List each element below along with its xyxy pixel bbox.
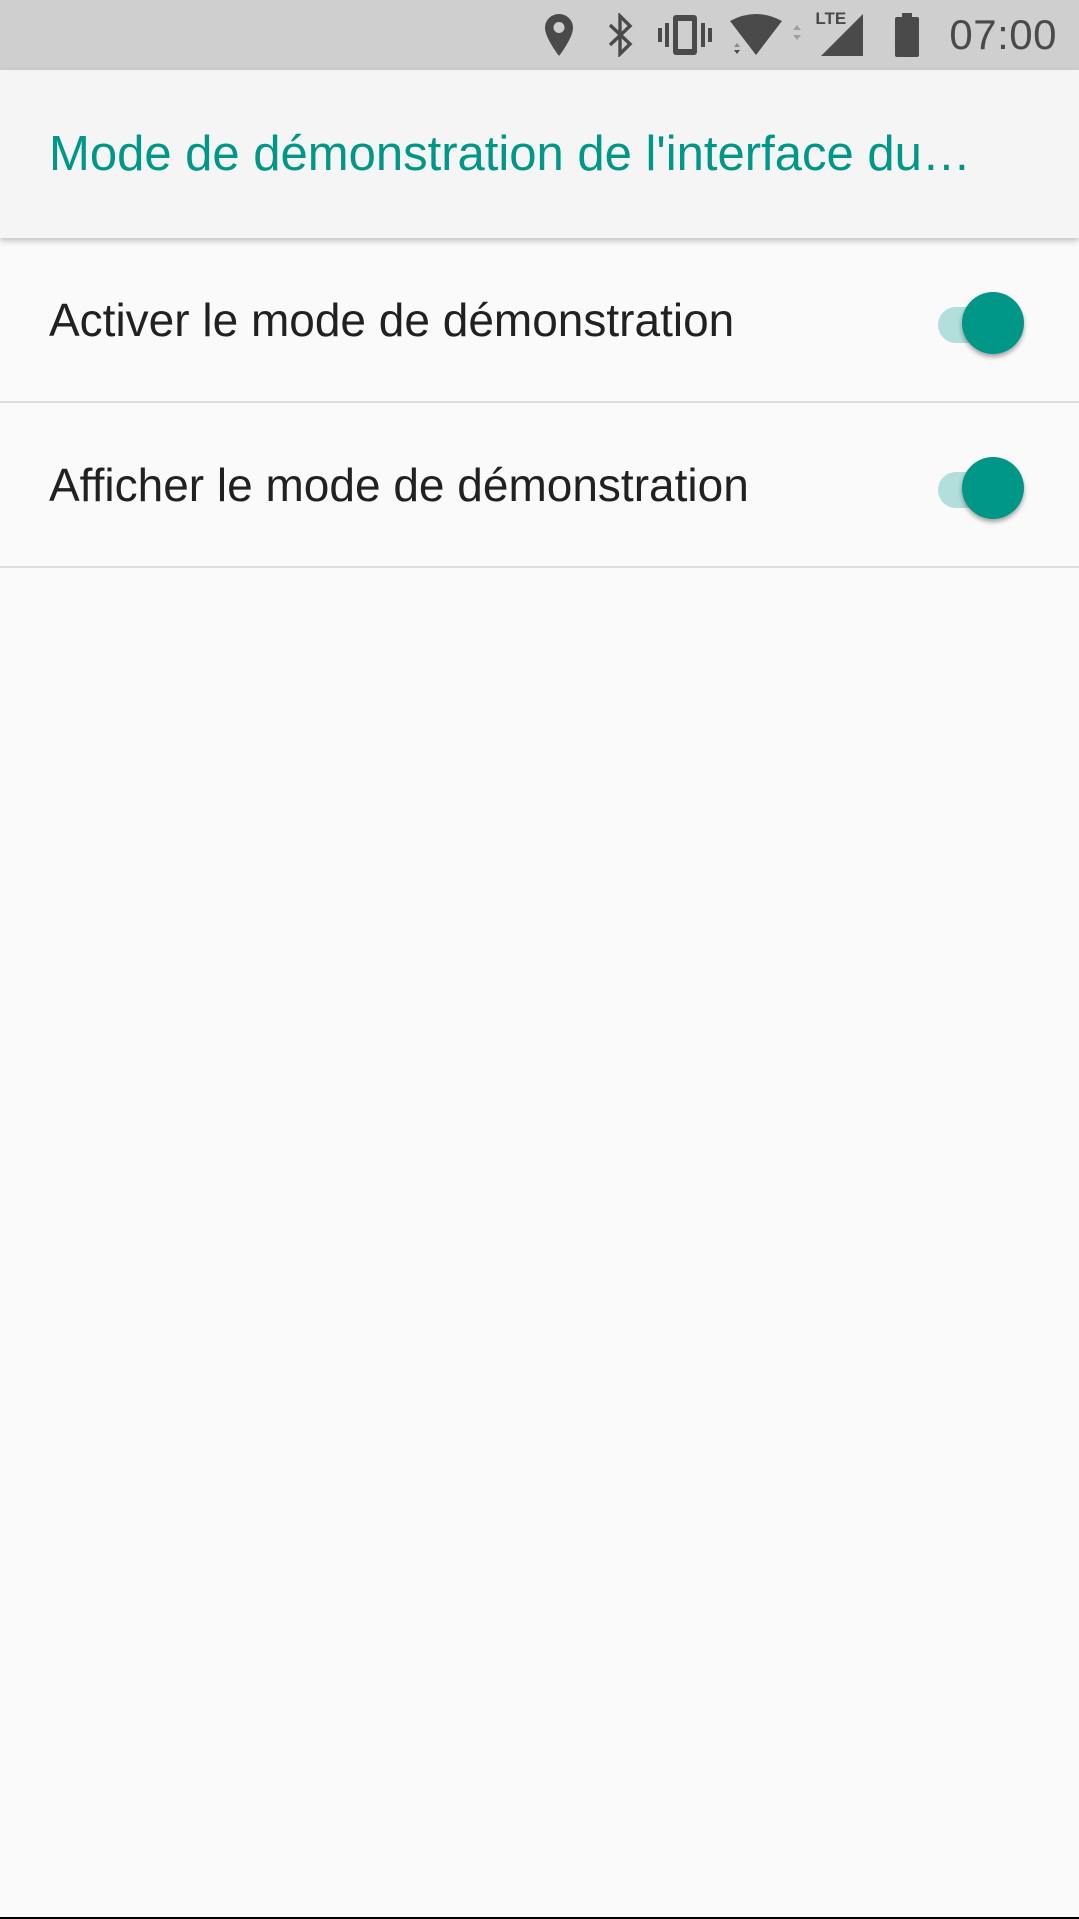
enable-demo-mode-switch[interactable] [922, 288, 1024, 354]
show-demo-mode-switch[interactable] [922, 453, 1024, 519]
setting-label: Activer le mode de démonstration [49, 293, 735, 346]
bluetooth-icon [595, 0, 645, 70]
status-time: 07:00 [949, 11, 1057, 58]
vibrate-icon [655, 0, 715, 70]
settings-list: Activer le mode de démonstration Affiche… [0, 238, 1079, 568]
location-icon [537, 0, 581, 70]
app-bar: Mode de démonstration de l'interface du… [0, 70, 1079, 238]
cell-signal-icon: LTE [791, 0, 867, 70]
setting-row-enable-demo-mode[interactable]: Activer le mode de démonstration [0, 238, 1079, 403]
status-icons: LTE 07:00 [537, 0, 1057, 70]
wifi-icon [727, 0, 785, 70]
setting-label: Afficher le mode de démonstration [49, 458, 749, 511]
setting-row-show-demo-mode[interactable]: Afficher le mode de démonstration [0, 403, 1079, 568]
switch-thumb [962, 456, 1024, 519]
switch-thumb [962, 291, 1024, 354]
battery-icon [887, 0, 927, 70]
status-bar: LTE 07:00 [0, 0, 1079, 70]
network-type-label: LTE [815, 9, 847, 28]
page-title: Mode de démonstration de l'interface du… [49, 127, 971, 181]
